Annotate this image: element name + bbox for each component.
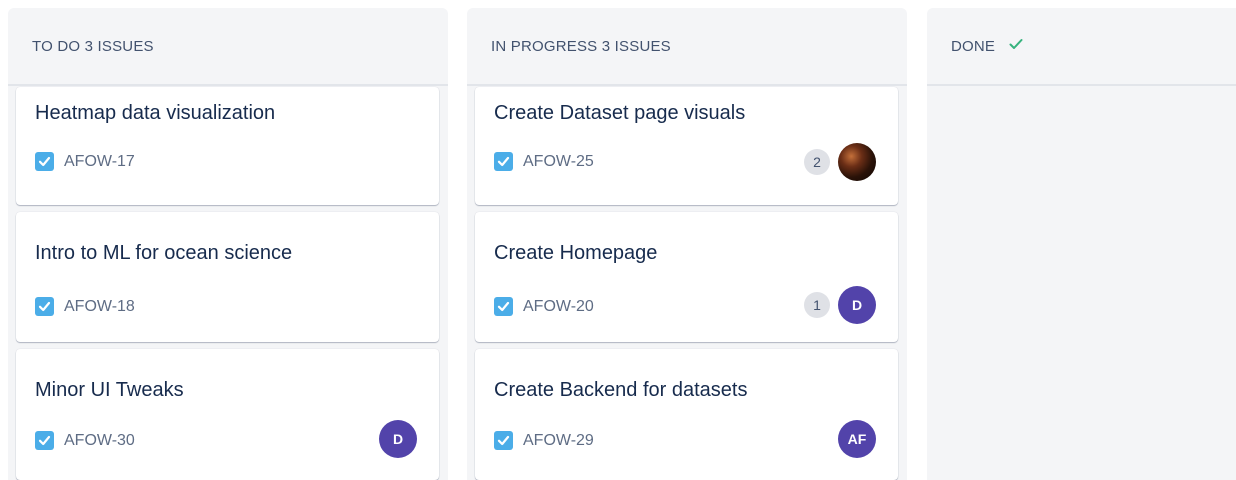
issue-key[interactable]: AFOW-25 — [523, 153, 594, 171]
issue-title: Heatmap data visualization — [35, 102, 276, 124]
column-done: DONE — [927, 8, 1236, 480]
issue-title: Create Homepage — [494, 242, 658, 264]
column-header-todo[interactable]: TO DO 3 ISSUES — [8, 8, 448, 86]
issue-key[interactable]: AFOW-29 — [523, 432, 594, 450]
column-header-done[interactable]: DONE — [927, 8, 1236, 86]
issue-card[interactable]: Create Homepage AFOW-20 1 D — [475, 212, 898, 342]
subtask-count-badge: 2 — [804, 149, 830, 175]
issue-title: Intro to ML for ocean science — [35, 242, 293, 264]
issue-card[interactable]: Create Dataset page visuals AFOW-25 2 — [475, 87, 898, 205]
column-title: TO DO 3 ISSUES — [32, 37, 154, 55]
task-type-icon — [494, 431, 513, 450]
check-icon — [1009, 37, 1023, 55]
column-title: DONE — [951, 37, 996, 55]
column-header-in-progress[interactable]: IN PROGRESS 3 ISSUES — [467, 8, 907, 86]
issue-key[interactable]: AFOW-18 — [64, 298, 135, 316]
task-type-icon — [35, 297, 54, 316]
assignee-avatar[interactable]: D — [379, 420, 417, 458]
issue-title: Create Dataset page visuals — [494, 102, 746, 124]
issue-key[interactable]: AFOW-30 — [64, 432, 135, 450]
assignee-avatar[interactable]: AF — [838, 420, 876, 458]
issue-card[interactable]: Intro to ML for ocean science AFOW-18 — [16, 212, 439, 342]
subtask-count-badge: 1 — [804, 292, 830, 318]
column-title: IN PROGRESS 3 ISSUES — [491, 37, 671, 55]
issue-card[interactable]: Heatmap data visualization AFOW-17 — [16, 87, 439, 205]
issue-card[interactable]: Minor UI Tweaks AFOW-30 D — [16, 349, 439, 480]
column-in-progress: IN PROGRESS 3 ISSUES Create Dataset page… — [467, 8, 907, 480]
issue-card[interactable]: Create Backend for datasets AFOW-29 AF — [475, 349, 898, 480]
assignee-avatar-photo[interactable] — [838, 143, 876, 181]
issue-title: Create Backend for datasets — [494, 379, 748, 401]
column-todo: TO DO 3 ISSUES Heatmap data visualizatio… — [8, 8, 448, 480]
task-type-icon — [35, 152, 54, 171]
issue-key[interactable]: AFOW-20 — [523, 298, 594, 316]
issue-title: Minor UI Tweaks — [35, 379, 184, 401]
issue-key[interactable]: AFOW-17 — [64, 153, 135, 171]
task-type-icon — [494, 152, 513, 171]
assignee-avatar[interactable]: D — [838, 286, 876, 324]
task-type-icon — [494, 297, 513, 316]
task-type-icon — [35, 431, 54, 450]
